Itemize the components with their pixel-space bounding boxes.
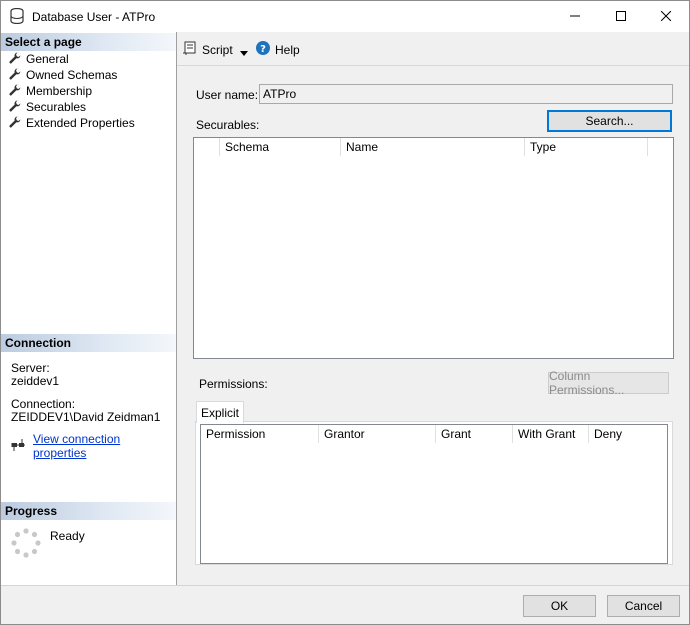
page-item-label: General bbox=[26, 52, 69, 66]
page-item-label: Securables bbox=[26, 100, 87, 114]
column-header-permission[interactable]: Permission bbox=[201, 425, 319, 443]
left-pane: Select a page General Owned Schemas Memb… bbox=[1, 32, 177, 585]
script-dropdown-icon[interactable] bbox=[240, 45, 248, 59]
tab-explicit[interactable]: Explicit bbox=[196, 401, 244, 423]
column-header-schema[interactable]: Schema bbox=[220, 138, 341, 156]
column-header-with-grant[interactable]: With Grant bbox=[513, 425, 589, 443]
page-item-label: Membership bbox=[26, 84, 93, 98]
securables-label: Securables: bbox=[196, 118, 260, 132]
page-item-owned-schemas[interactable]: Owned Schemas bbox=[9, 67, 117, 83]
title-bar: Database User - ATPro bbox=[1, 1, 689, 32]
permissions-label: Permissions: bbox=[199, 377, 268, 391]
connection-label: Connection: bbox=[11, 397, 76, 411]
column-header-grantor[interactable]: Grantor bbox=[319, 425, 436, 443]
column-permissions-button[interactable]: Column Permissions... bbox=[548, 369, 669, 397]
search-button[interactable]: Search... bbox=[547, 110, 672, 132]
page-item-securables[interactable]: Securables bbox=[9, 99, 86, 115]
permissions-tab-panel: Permission Grantor Grant With Grant Deny bbox=[195, 421, 673, 565]
wrench-icon bbox=[9, 116, 21, 131]
column-header-deny[interactable]: Deny bbox=[589, 425, 667, 443]
page-item-extended-properties[interactable]: Extended Properties bbox=[9, 115, 135, 131]
close-button[interactable] bbox=[643, 1, 689, 32]
page-item-general[interactable]: General bbox=[9, 51, 69, 67]
ok-button[interactable]: OK bbox=[523, 595, 596, 617]
database-icon bbox=[10, 7, 24, 27]
server-label: Server: bbox=[11, 361, 50, 375]
plug-icon bbox=[11, 438, 25, 454]
script-label: Script bbox=[202, 42, 233, 57]
help-icon: ? bbox=[256, 41, 270, 58]
view-connection-properties-link[interactable]: View connection properties bbox=[33, 432, 176, 460]
user-name-field[interactable]: ATPro bbox=[259, 84, 673, 104]
help-button[interactable]: ? Help bbox=[256, 41, 300, 58]
dialog-window: Database User - ATPro Select a page Gene… bbox=[0, 0, 690, 625]
minimize-icon bbox=[570, 10, 580, 24]
securables-row-header bbox=[194, 138, 220, 156]
page-item-membership[interactable]: Membership bbox=[9, 83, 92, 99]
view-connection-row: View connection properties bbox=[11, 432, 176, 460]
svg-text:?: ? bbox=[260, 44, 266, 55]
progress-spinner-icon bbox=[11, 528, 41, 561]
wrench-icon bbox=[9, 52, 21, 67]
minimize-button[interactable] bbox=[552, 1, 598, 32]
footer: OK Cancel bbox=[1, 585, 689, 624]
help-label: Help bbox=[275, 42, 300, 57]
permissions-grid[interactable]: Permission Grantor Grant With Grant Deny bbox=[200, 424, 668, 564]
securables-grid[interactable]: Schema Name Type bbox=[193, 137, 674, 359]
window-title: Database User - ATPro bbox=[32, 10, 156, 24]
progress-status: Ready bbox=[50, 529, 85, 543]
close-icon bbox=[660, 10, 672, 24]
user-name-label: User name: bbox=[196, 88, 259, 102]
column-header-grant[interactable]: Grant bbox=[436, 425, 513, 443]
toolbar: Script ? Help bbox=[177, 32, 689, 66]
server-value: zeiddev1 bbox=[11, 374, 60, 388]
wrench-icon bbox=[9, 68, 21, 83]
maximize-icon bbox=[616, 10, 626, 24]
connection-header: Connection bbox=[1, 334, 176, 352]
page-item-label: Extended Properties bbox=[26, 116, 135, 130]
page-item-label: Owned Schemas bbox=[26, 68, 118, 82]
wrench-icon bbox=[9, 100, 21, 115]
script-icon bbox=[183, 41, 197, 58]
script-button[interactable]: Script bbox=[183, 41, 233, 58]
wrench-icon bbox=[9, 84, 21, 99]
connection-value: ZEIDDEV1\David Zeidman1 bbox=[11, 410, 161, 424]
maximize-button[interactable] bbox=[598, 1, 644, 32]
cancel-button[interactable]: Cancel bbox=[607, 595, 680, 617]
progress-header: Progress bbox=[1, 502, 176, 520]
select-page-header: Select a page bbox=[1, 33, 176, 51]
column-header-type[interactable]: Type bbox=[525, 138, 648, 156]
column-header-name[interactable]: Name bbox=[341, 138, 525, 156]
